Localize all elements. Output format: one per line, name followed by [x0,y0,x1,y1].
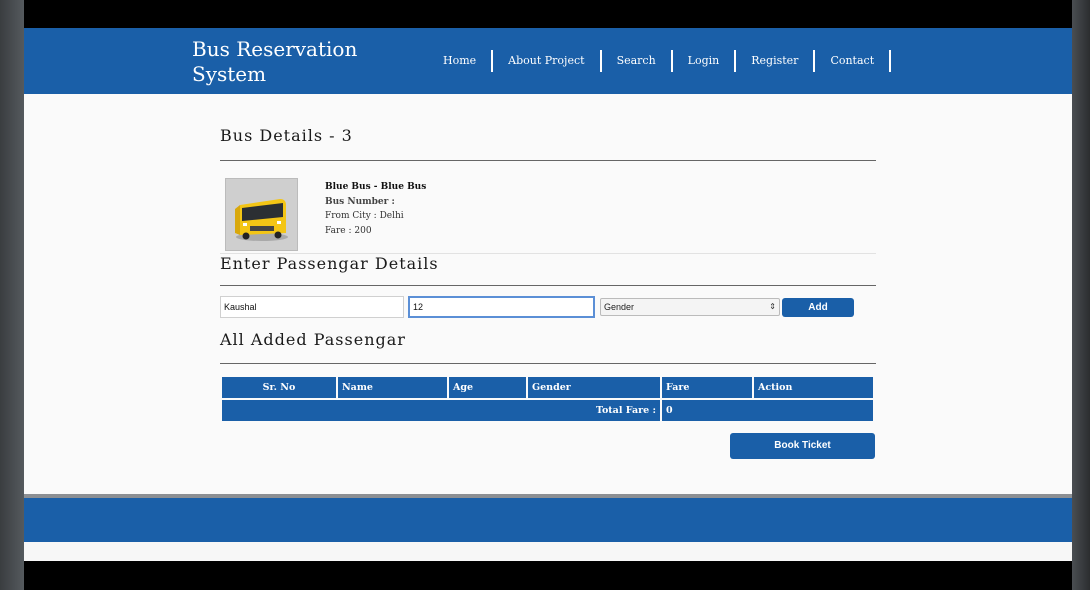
screen-frame-right [1072,0,1090,590]
bus-info: Blue Bus - Blue Bus Bus Number : From Ci… [325,180,426,238]
passenger-details-title: Enter Passengar Details [220,254,439,273]
col-fare: Fare [660,375,754,400]
bus-card: Blue Bus - Blue Bus Bus Number : From Ci… [220,176,876,254]
total-fare-label: Total Fare : [220,398,662,423]
total-fare-value: 0 [660,398,875,423]
passenger-form: Gender ⇕ Add [220,296,876,318]
screen-frame-top [24,0,1072,28]
brand-line-2: System [192,62,267,86]
col-action: Action [752,375,875,400]
passenger-age-input[interactable] [408,296,595,318]
select-arrows-icon: ⇕ [769,302,776,311]
screen-frame-left [0,0,24,590]
bus-image [225,178,298,251]
col-name: Name [336,375,449,400]
site-header: Bus Reservation System Home About Projec… [24,28,1072,94]
bus-number: Bus Number : [325,196,395,207]
nav-search[interactable]: Search [602,50,673,72]
bus-fare: Fare : 200 [325,225,372,236]
page-bottom [24,542,1072,561]
screen-frame-bottom [24,561,1072,590]
add-passenger-button[interactable]: Add [782,298,854,317]
main-nav: Home About Project Search Login Register… [428,50,892,72]
nav-about-project[interactable]: About Project [493,50,602,72]
bus-icon [226,179,297,250]
divider [220,285,876,286]
bus-details-title: Bus Details - 3 [220,126,353,145]
passenger-name-input[interactable] [220,296,404,318]
nav-home[interactable]: Home [428,50,494,72]
nav-register[interactable]: Register [736,50,816,72]
brand-line-1: Bus Reservation [192,37,358,61]
added-passengers-title: All Added Passengar [220,330,406,349]
passenger-table: Sr. No Name Age Gender Fare Action Total… [220,375,875,423]
nav-contact[interactable]: Contact [815,50,892,72]
gender-select-value: Gender [604,302,635,312]
col-age: Age [447,375,528,400]
site-footer [24,498,1072,542]
gender-select[interactable]: Gender ⇕ [600,298,780,316]
page: Bus Reservation System Home About Projec… [24,28,1072,561]
col-sr-no: Sr. No [220,375,338,400]
divider [220,160,876,161]
nav-login[interactable]: Login [673,50,737,72]
total-row: Total Fare : 0 [220,398,875,423]
col-gender: Gender [526,375,662,400]
book-ticket-button[interactable]: Book Ticket [730,433,875,459]
table-header-row: Sr. No Name Age Gender Fare Action [220,375,875,400]
divider [220,363,876,364]
bus-name: Blue Bus - Blue Bus [325,182,427,192]
brand-logo[interactable]: Bus Reservation System [192,37,392,87]
bus-from-city: From City : Delhi [325,211,404,221]
